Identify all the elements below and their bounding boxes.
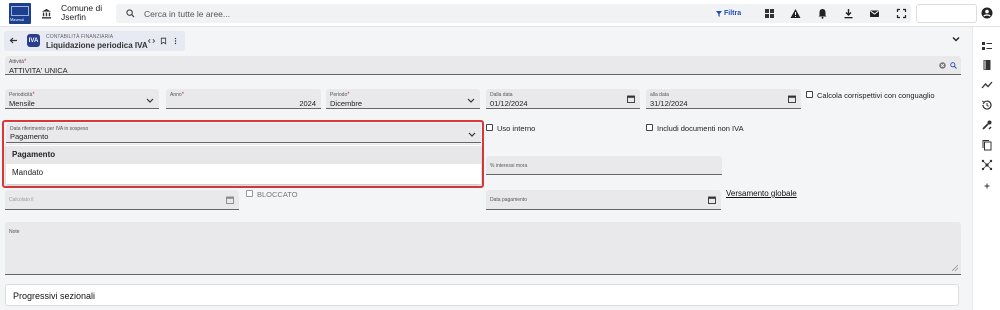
municipality-icon <box>41 8 52 19</box>
periodicita-label: Periodicità* <box>9 92 35 98</box>
top-bar: Maserati Comune di Jserfin Cerca in tutt… <box>0 0 1000 27</box>
anno-label: Anno* <box>170 92 185 98</box>
dropdown-menu: Pagamento Mandato <box>6 145 481 184</box>
chevron-down-icon <box>146 98 154 103</box>
calcolato-placeholder: Calcolato il <box>9 197 34 203</box>
tab-title: Liquidazione periodica IVA <box>46 41 148 50</box>
tab-module-label: CONTABILITÀ FINANZIARIA <box>46 34 114 40</box>
calendar-icon[interactable] <box>627 95 635 103</box>
data-riferimento-select[interactable]: Data riferimento per IVA in sospeso Paga… <box>6 123 481 143</box>
lookup-search-icon[interactable] <box>950 62 957 69</box>
code-icon[interactable] <box>148 37 155 45</box>
dalla-data-field[interactable]: Dalla data 01/12/2024 <box>486 89 640 109</box>
search-icon <box>126 9 135 18</box>
periodo-select[interactable]: Periodo* Dicembre <box>326 89 480 109</box>
grid-apps-icon[interactable] <box>764 8 775 19</box>
calendar-icon[interactable] <box>708 196 716 204</box>
bookmark-icon[interactable] <box>160 37 167 45</box>
dalla-data-value: 01/12/2024 <box>490 99 528 108</box>
attivita-label: Attività* <box>9 59 27 65</box>
dropdown-option-mandato[interactable]: Mandato <box>6 164 481 182</box>
bell-icon[interactable] <box>817 8 828 19</box>
periodicita-value: Mensile <box>9 99 35 108</box>
attivita-value: ATTIVITA' UNICA <box>9 66 68 75</box>
user-account-icon[interactable] <box>981 7 993 19</box>
global-search[interactable]: Cerca in tutte le aree... Filtra <box>116 4 911 23</box>
progressivi-title: Progressivi sezionali <box>13 291 96 301</box>
more-vertical-icon[interactable] <box>172 37 179 45</box>
interessi-mora-field[interactable]: % interessi mora <box>486 156 722 175</box>
right-toolbar <box>972 27 1000 310</box>
fullscreen-icon[interactable] <box>896 8 907 19</box>
interessi-mora-placeholder: % interessi mora <box>490 163 528 169</box>
app-logo[interactable]: Maserati <box>9 3 31 24</box>
bloccato-label: BLOCCATO <box>257 190 298 199</box>
alla-data-field[interactable]: alla data 31/12/2024 <box>646 89 801 109</box>
trend-icon[interactable] <box>981 79 993 91</box>
periodicita-select[interactable]: Periodicità* Mensile <box>5 89 159 109</box>
alla-data-value: 31/12/2024 <box>650 99 688 108</box>
logo-frame <box>11 6 29 16</box>
logo-text: Maserati <box>10 17 24 22</box>
resize-handle-icon[interactable] <box>952 265 958 271</box>
calcolato-il-field[interactable]: Calcolato il <box>5 190 239 210</box>
tab-liquidazione-iva[interactable]: IVA CONTABILITÀ FINANZIARIA Liquidazione… <box>4 31 185 51</box>
filter-button[interactable]: Filtra <box>716 8 741 19</box>
municipality-name[interactable]: Comune di Jserfin <box>61 4 111 22</box>
chevron-down-icon <box>467 98 475 103</box>
tools-icon[interactable] <box>981 119 993 131</box>
calendar-icon[interactable] <box>788 95 796 103</box>
module-badge: IVA <box>27 34 40 47</box>
network-icon[interactable] <box>981 159 993 171</box>
attivita-field[interactable]: Attività* ATTIVITA' UNICA <box>5 56 961 75</box>
download-icon[interactable] <box>843 8 854 19</box>
add-icon[interactable] <box>981 180 993 192</box>
progressivi-sezionali-section[interactable]: Progressivi sezionali <box>5 284 959 306</box>
search-input[interactable]: Cerca in tutte le aree... <box>144 9 230 19</box>
uso-interno-label: Uso interno <box>497 124 536 133</box>
calendar-icon[interactable] <box>226 196 234 204</box>
dropdown-option-pagamento[interactable]: Pagamento <box>6 146 481 164</box>
note-placeholder: Note <box>9 229 20 235</box>
chevron-down-icon <box>468 132 476 137</box>
periodo-label: Periodo* <box>330 92 350 98</box>
calcola-checkbox[interactable] <box>806 91 813 98</box>
periodo-value: Dicembre <box>330 99 363 108</box>
clear-icon[interactable] <box>939 62 946 69</box>
note-textarea[interactable]: Note <box>5 222 961 275</box>
data-pagamento-field[interactable]: Data pagamento <box>486 190 721 210</box>
warning-icon[interactable] <box>790 8 801 19</box>
calcola-label: Calcola corrispettivi con conguaglio <box>817 91 935 100</box>
includi-label: Includi documenti non IVA <box>657 124 744 133</box>
data-pagamento-placeholder: Data pagamento <box>490 197 527 203</box>
history-icon[interactable] <box>981 99 993 111</box>
book-icon[interactable] <box>981 59 993 71</box>
back-arrow-icon[interactable] <box>9 36 18 45</box>
bloccato-checkbox[interactable] <box>246 190 253 197</box>
alla-data-label: alla data <box>650 92 669 98</box>
dalla-data-label: Dalla data <box>490 92 513 98</box>
mail-icon[interactable] <box>869 8 880 19</box>
copy-document-icon[interactable] <box>981 139 993 151</box>
includi-checkbox[interactable] <box>646 124 653 131</box>
versamento-globale-link[interactable]: Versamento globale <box>726 189 797 198</box>
data-rif-value: Pagamento <box>10 132 49 141</box>
anno-value: 2024 <box>299 99 316 108</box>
list-detail-icon[interactable] <box>981 40 993 52</box>
filter-icon <box>716 10 722 17</box>
uso-interno-checkbox[interactable] <box>486 124 493 131</box>
filter-label: Filtra <box>724 10 742 17</box>
anno-field[interactable]: Anno* 2024 <box>166 89 321 109</box>
quick-input[interactable] <box>916 4 977 23</box>
collapse-chevron-icon[interactable] <box>951 35 961 43</box>
